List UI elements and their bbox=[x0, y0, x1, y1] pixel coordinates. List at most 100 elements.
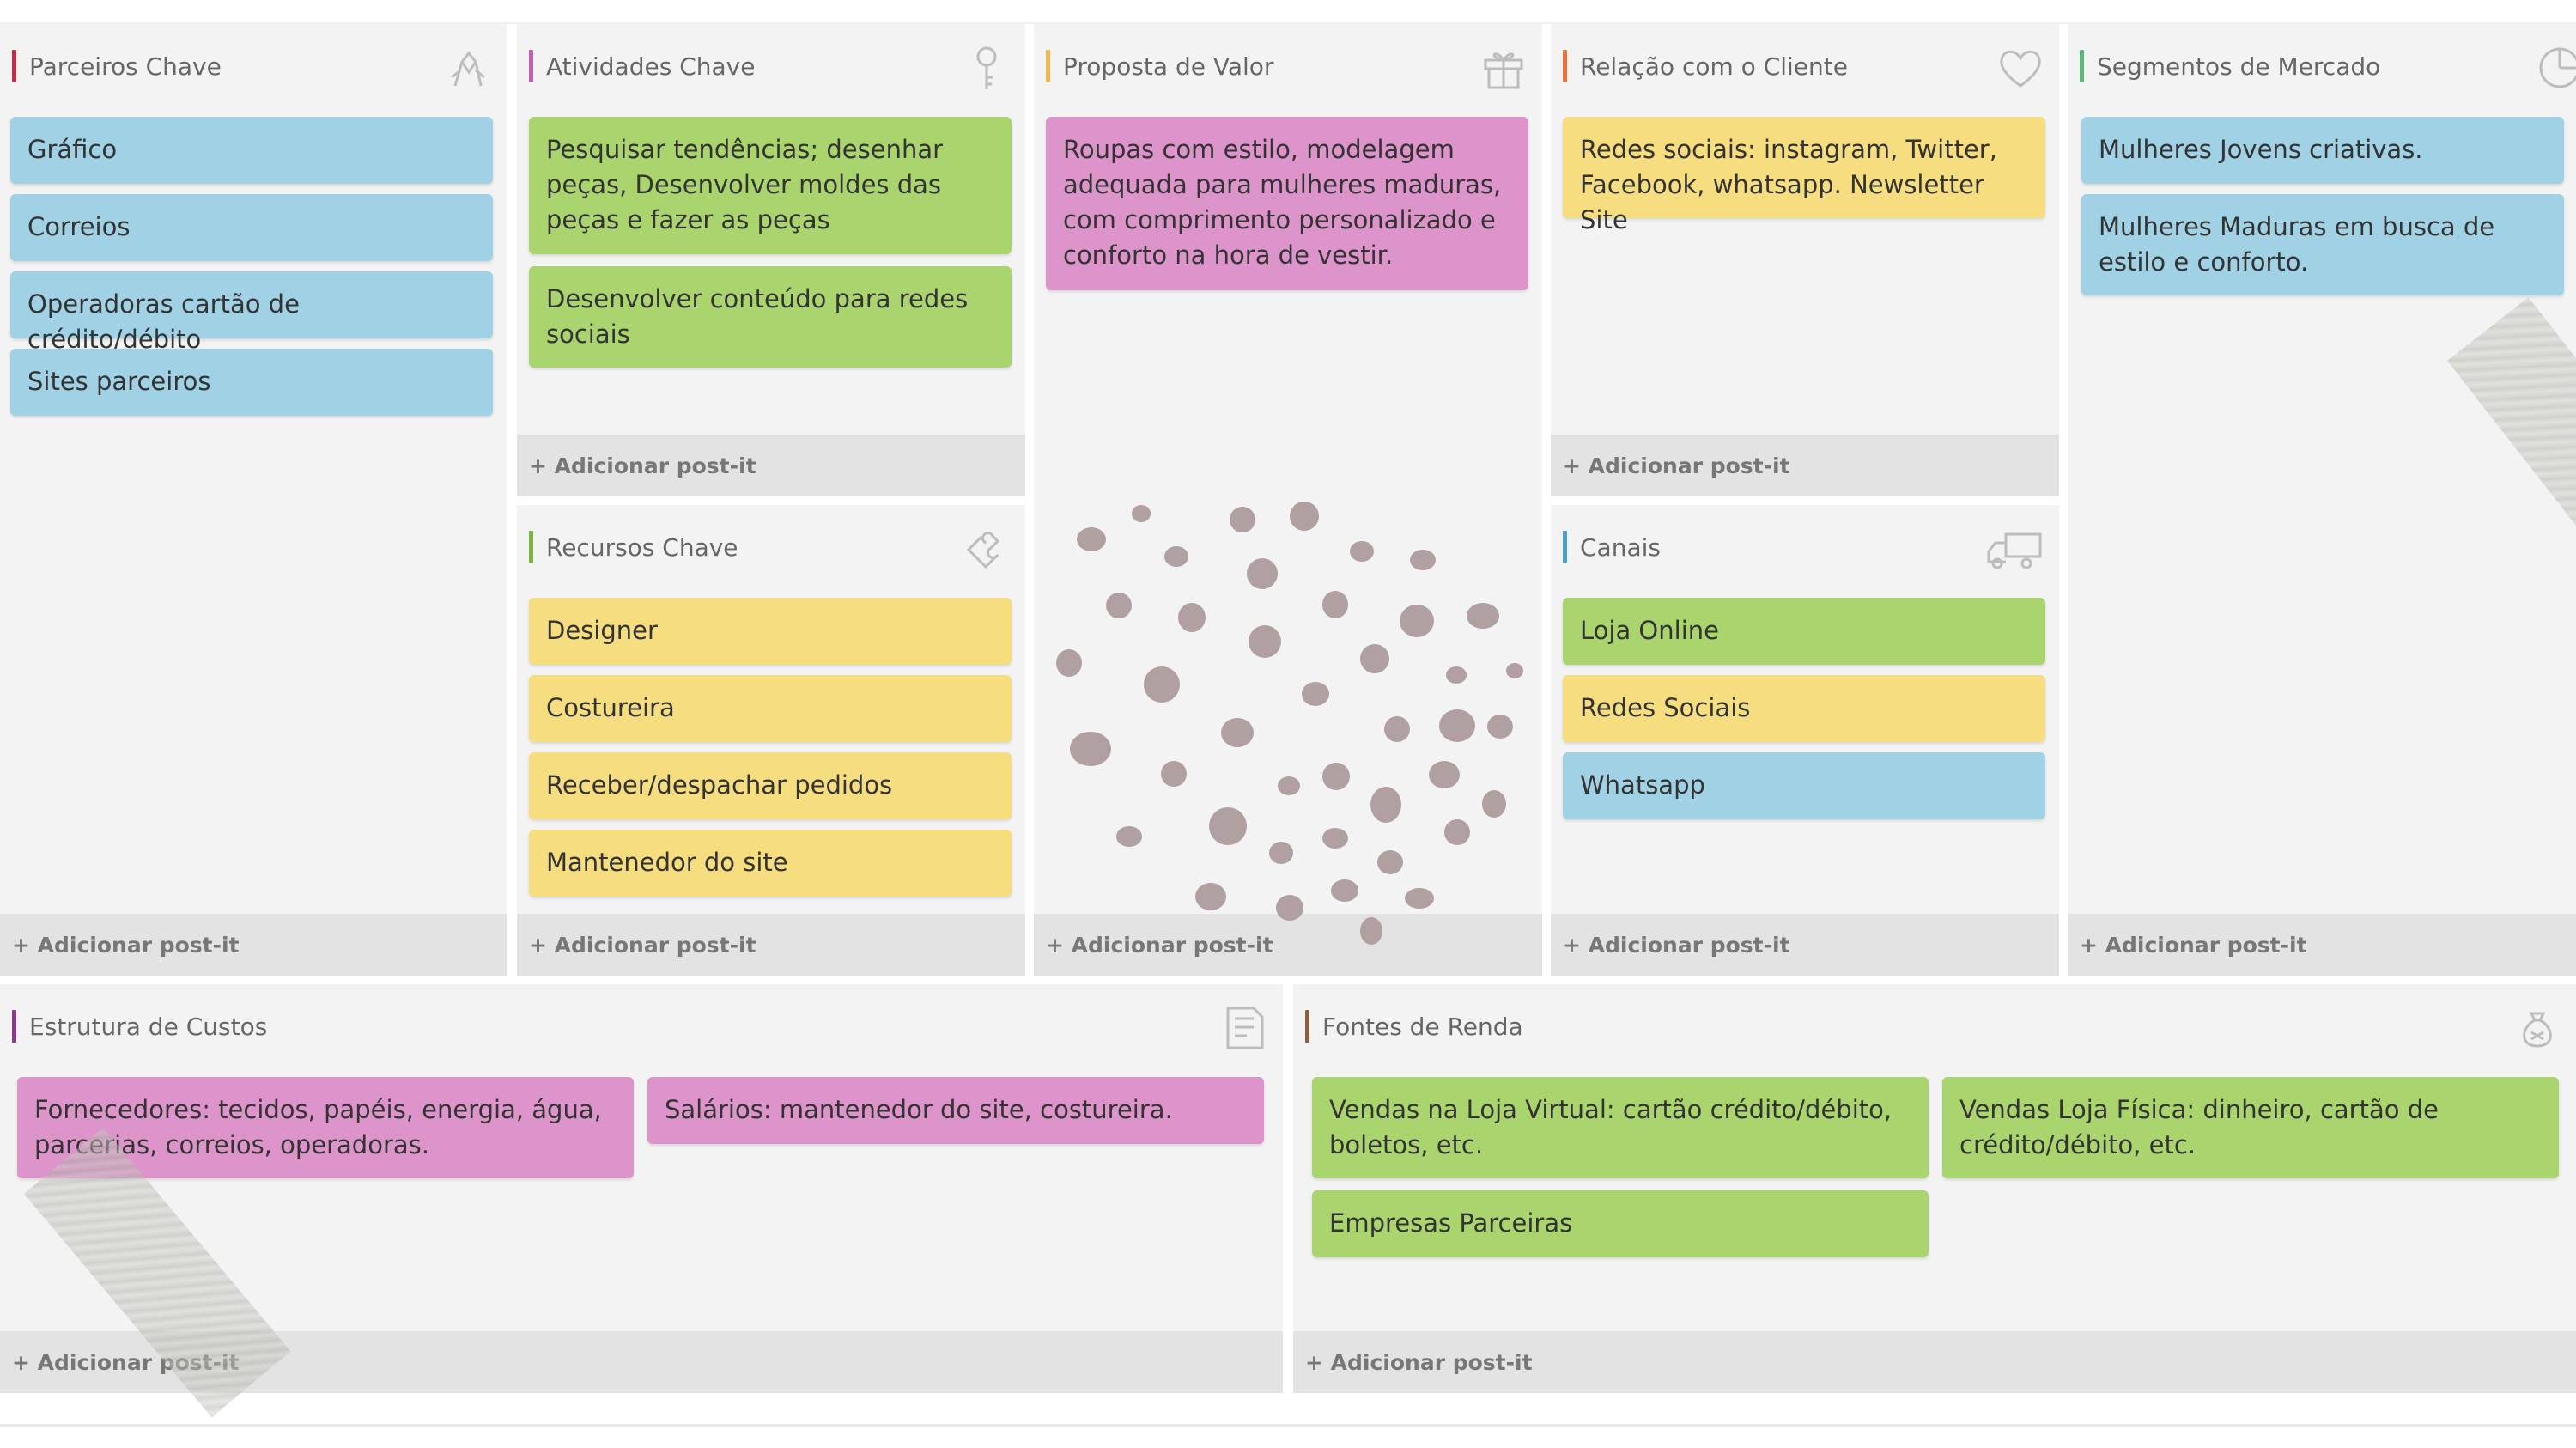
accent-bar bbox=[12, 50, 16, 82]
blob bbox=[1405, 888, 1434, 909]
block-title-text: Fontes de Renda bbox=[1322, 1012, 1523, 1041]
postit[interactable]: Roupas com estilo, modelagem adequada pa… bbox=[1046, 117, 1528, 290]
block-fontes-de-renda: Fontes de Renda Vendas na Loja Virtual: … bbox=[1293, 984, 2576, 1393]
postit[interactable]: Gráfico bbox=[10, 117, 493, 184]
blob bbox=[1132, 505, 1151, 522]
document-icon bbox=[1219, 1003, 1269, 1053]
blob bbox=[1506, 663, 1523, 678]
postit[interactable]: Empresas Parceiras bbox=[1312, 1190, 1929, 1257]
accent-bar bbox=[1563, 50, 1567, 82]
blob bbox=[1221, 718, 1254, 747]
blob bbox=[1247, 558, 1278, 589]
postit[interactable]: Mantenedor do site bbox=[529, 830, 1012, 897]
block-title-text: Canais bbox=[1580, 532, 1661, 562]
postit[interactable]: Whatsapp bbox=[1563, 752, 2045, 819]
blob bbox=[1482, 790, 1506, 818]
postit[interactable]: Mulheres Maduras em busca de estilo e co… bbox=[2081, 194, 2564, 295]
blob bbox=[1360, 917, 1382, 945]
block-title: Canais bbox=[1563, 531, 1661, 563]
add-postit-button[interactable]: + Adicionar post-it bbox=[517, 914, 1025, 976]
postit[interactable]: Receber/despachar pedidos bbox=[529, 752, 1012, 819]
heart-icon bbox=[1996, 43, 2045, 93]
block-title-text: Parceiros Chave bbox=[29, 52, 222, 81]
blob bbox=[1444, 819, 1470, 845]
add-postit-button[interactable]: + Adicionar post-it bbox=[1551, 914, 2059, 976]
blob bbox=[1439, 709, 1475, 742]
block-title: Recursos Chave bbox=[529, 531, 738, 563]
pie-chart-icon bbox=[2535, 43, 2576, 93]
postit[interactable]: Salários: mantenedor do site, costureira… bbox=[647, 1077, 1264, 1144]
blob bbox=[1400, 605, 1434, 637]
postit[interactable]: Loja Online bbox=[1563, 598, 2045, 665]
block-title: Relação com o Cliente bbox=[1563, 50, 1848, 82]
blob bbox=[1056, 649, 1082, 677]
decorative-blob-pattern bbox=[1048, 498, 1528, 945]
block-title-text: Estrutura de Custos bbox=[29, 1012, 268, 1041]
blob bbox=[1276, 895, 1303, 921]
blob bbox=[1350, 541, 1374, 562]
blob bbox=[1178, 603, 1206, 632]
accent-bar bbox=[529, 50, 533, 82]
blob bbox=[1290, 502, 1319, 531]
block-recursos-chave: Recursos Chave Designer Costureira Receb… bbox=[517, 505, 1025, 976]
postit[interactable]: Redes Sociais bbox=[1563, 675, 2045, 742]
blob bbox=[1322, 828, 1348, 849]
blob bbox=[1370, 787, 1401, 823]
blob bbox=[1410, 550, 1436, 570]
blob bbox=[1195, 883, 1226, 910]
blob bbox=[1384, 716, 1410, 742]
add-postit-button[interactable]: + Adicionar post-it bbox=[1293, 1331, 2576, 1393]
blob bbox=[1360, 644, 1389, 673]
gift-icon bbox=[1479, 43, 1528, 93]
blob bbox=[1331, 879, 1358, 902]
postit[interactable]: Desenvolver conteúdo para redes sociais bbox=[529, 266, 1012, 368]
postit[interactable]: Mulheres Jovens criativas. bbox=[2081, 117, 2564, 184]
blob bbox=[1144, 666, 1180, 703]
postit[interactable]: Designer bbox=[529, 598, 1012, 665]
block-title: Segmentos de Mercado bbox=[2080, 50, 2380, 82]
blob bbox=[1377, 850, 1403, 874]
handshake-icon bbox=[443, 43, 493, 93]
money-bag-icon bbox=[2512, 1003, 2562, 1053]
postit[interactable]: Vendas Loja Física: dinheiro, cartão de … bbox=[1942, 1077, 2559, 1178]
postit[interactable]: Vendas na Loja Virtual: cartão crédito/d… bbox=[1312, 1077, 1929, 1178]
postit[interactable]: Operadoras cartão de crédito/débito bbox=[10, 271, 493, 354]
accent-bar bbox=[1046, 50, 1050, 82]
postit[interactable]: Costureira bbox=[529, 675, 1012, 742]
block-title: Atividades Chave bbox=[529, 50, 755, 82]
blob bbox=[1278, 776, 1300, 795]
puzzle-icon bbox=[962, 524, 1012, 574]
block-title-text: Recursos Chave bbox=[546, 532, 738, 562]
block-atividades-chave: Atividades Chave Pesquisar tendências; d… bbox=[517, 24, 1025, 496]
truck-icon bbox=[1984, 524, 2045, 574]
block-title: Proposta de Valor bbox=[1046, 50, 1273, 82]
blob bbox=[1322, 591, 1348, 618]
blob bbox=[1467, 603, 1499, 629]
blob bbox=[1429, 761, 1460, 788]
add-postit-button[interactable]: + Adicionar post-it bbox=[517, 435, 1025, 496]
block-title: Parceiros Chave bbox=[12, 50, 222, 82]
key-icon bbox=[962, 43, 1012, 93]
block-title-text: Segmentos de Mercado bbox=[2097, 52, 2381, 81]
blob bbox=[1446, 666, 1467, 684]
postit[interactable]: Pesquisar tendências; desenhar peças, De… bbox=[529, 117, 1012, 254]
business-model-canvas: Parceiros Chave Gráfico Correios Operado… bbox=[0, 0, 2576, 1448]
blob bbox=[1070, 732, 1111, 766]
blob bbox=[1164, 546, 1188, 567]
postit[interactable]: Sites parceiros bbox=[10, 349, 493, 416]
accent-bar bbox=[529, 531, 533, 563]
blob bbox=[1269, 842, 1293, 864]
top-border bbox=[0, 0, 2576, 24]
block-parceiros-chave: Parceiros Chave Gráfico Correios Operado… bbox=[0, 24, 507, 976]
accent-bar bbox=[2080, 50, 2084, 82]
block-title-text: Relação com o Cliente bbox=[1580, 52, 1848, 81]
block-title-text: Proposta de Valor bbox=[1063, 52, 1274, 81]
blob bbox=[1302, 682, 1329, 706]
block-title: Estrutura de Custos bbox=[12, 1010, 267, 1043]
postit[interactable]: Redes sociais: instagram, Twitter, Faceb… bbox=[1563, 117, 2045, 234]
add-postit-button[interactable]: + Adicionar post-it bbox=[2068, 914, 2576, 976]
postit[interactable]: Correios bbox=[10, 194, 493, 261]
add-postit-button[interactable]: + Adicionar post-it bbox=[1551, 435, 2059, 496]
add-postit-button[interactable]: + Adicionar post-it bbox=[0, 914, 507, 976]
block-segmentos-de-mercado: Segmentos de Mercado Mulheres Jovens cri… bbox=[2068, 24, 2576, 976]
